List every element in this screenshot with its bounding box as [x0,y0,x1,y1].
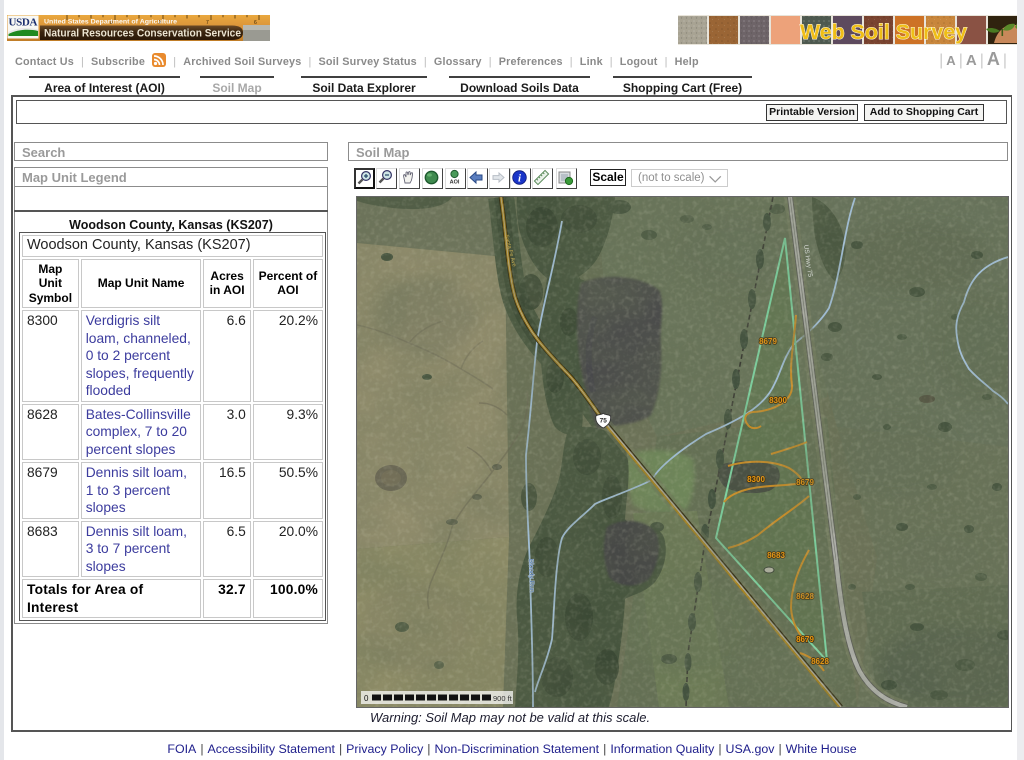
svg-text:United States Department of Ag: United States Department of Agriculture [44,19,177,26]
svg-text:75: 75 [600,418,608,425]
svg-text:0: 0 [364,694,369,703]
svg-text:Web Soil Survey: Web Soil Survey [800,21,967,44]
svg-text:USDA: USDA [9,17,38,29]
svg-text:AOI: AOI [450,180,460,186]
svg-text:Natural Resources Conservation: Natural Resources Conservation Service [44,28,241,40]
svg-text:900 ft: 900 ft [493,694,513,703]
svg-text:7: 7 [206,20,209,26]
